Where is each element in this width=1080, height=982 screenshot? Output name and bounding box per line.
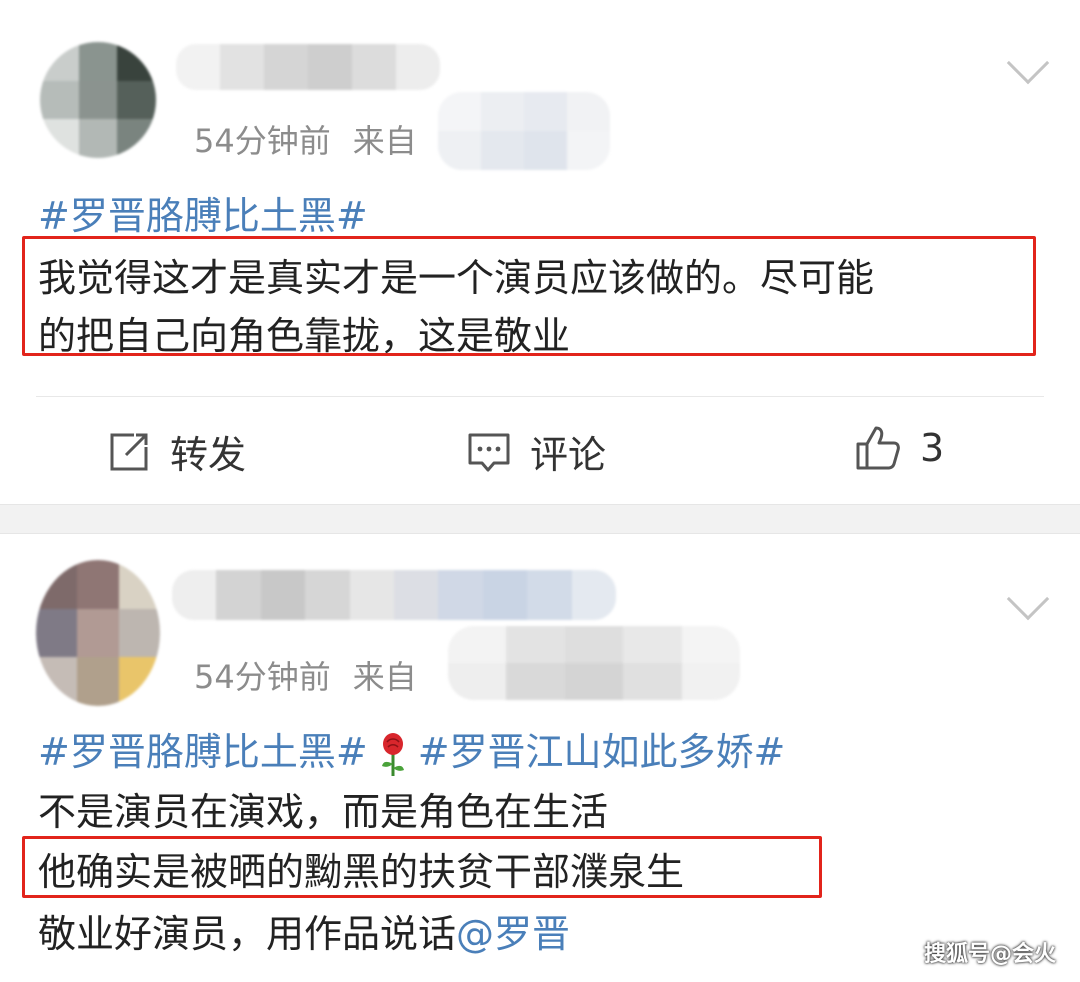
post-text-line-1: 不是演员在演戏，而是角色在生活 — [38, 790, 609, 834]
chevron-down-icon[interactable] — [1006, 577, 1050, 621]
hashtag-link-1[interactable]: #罗晋胳膊比土黑# — [38, 730, 368, 774]
post-card-2: 54分钟前 来自 #罗晋胳膊比土黑# #罗晋江山如此多娇# 不是演员在演戏，而是角… — [0, 534, 1080, 982]
post-text: 敬业好演员，用作品说话 — [38, 912, 457, 956]
post-separator — [0, 504, 1080, 534]
hashtag-link-2[interactable]: #罗晋江山如此多娇# — [418, 730, 786, 774]
divider — [36, 396, 1044, 397]
post-time: 54分钟前 — [194, 658, 331, 696]
highlight-box — [22, 236, 1036, 356]
source-app-blurred[interactable] — [438, 92, 610, 170]
post-text-line-3: 敬业好演员，用作品说话@罗晋 — [38, 908, 570, 960]
repost-label: 转发 — [170, 433, 247, 477]
post-source-label: 来自 — [352, 658, 417, 696]
comment-button[interactable]: 评论 — [466, 424, 606, 479]
like-icon — [856, 426, 900, 470]
post-meta: 54分钟前 来自 — [194, 116, 417, 162]
highlight-box — [22, 836, 822, 898]
user-mention-link[interactable]: @罗晋 — [456, 912, 570, 956]
post-card-1: 54分钟前 来自 #罗晋胳膊比土黑# 我觉得这才是真实才是一个演员应该做的。尽可能… — [0, 0, 1080, 504]
comment-label: 评论 — [530, 433, 607, 477]
chevron-down-icon[interactable] — [1006, 41, 1050, 85]
repost-button[interactable]: 转发 — [106, 424, 246, 479]
hashtag-line: #罗晋胳膊比土黑# #罗晋江山如此多娇# — [38, 726, 785, 778]
post-source-label: 来自 — [352, 122, 417, 160]
username-blurred[interactable] — [176, 44, 440, 90]
post-meta: 54分钟前 来自 — [194, 652, 417, 698]
repost-icon — [110, 433, 148, 470]
post-time: 54分钟前 — [194, 122, 331, 160]
watermark: 搜狐号@会火 — [923, 942, 1056, 967]
user-avatar[interactable] — [36, 560, 160, 706]
like-count: 3 — [920, 426, 945, 470]
hashtag-link[interactable]: #罗晋胳膊比土黑# — [38, 190, 368, 242]
source-app-blurred[interactable] — [448, 626, 740, 700]
user-avatar[interactable] — [40, 42, 156, 158]
username-blurred[interactable] — [172, 570, 616, 620]
comment-icon — [468, 433, 510, 471]
like-button[interactable]: 3 — [854, 424, 944, 472]
rose-emoji-icon — [378, 732, 408, 778]
